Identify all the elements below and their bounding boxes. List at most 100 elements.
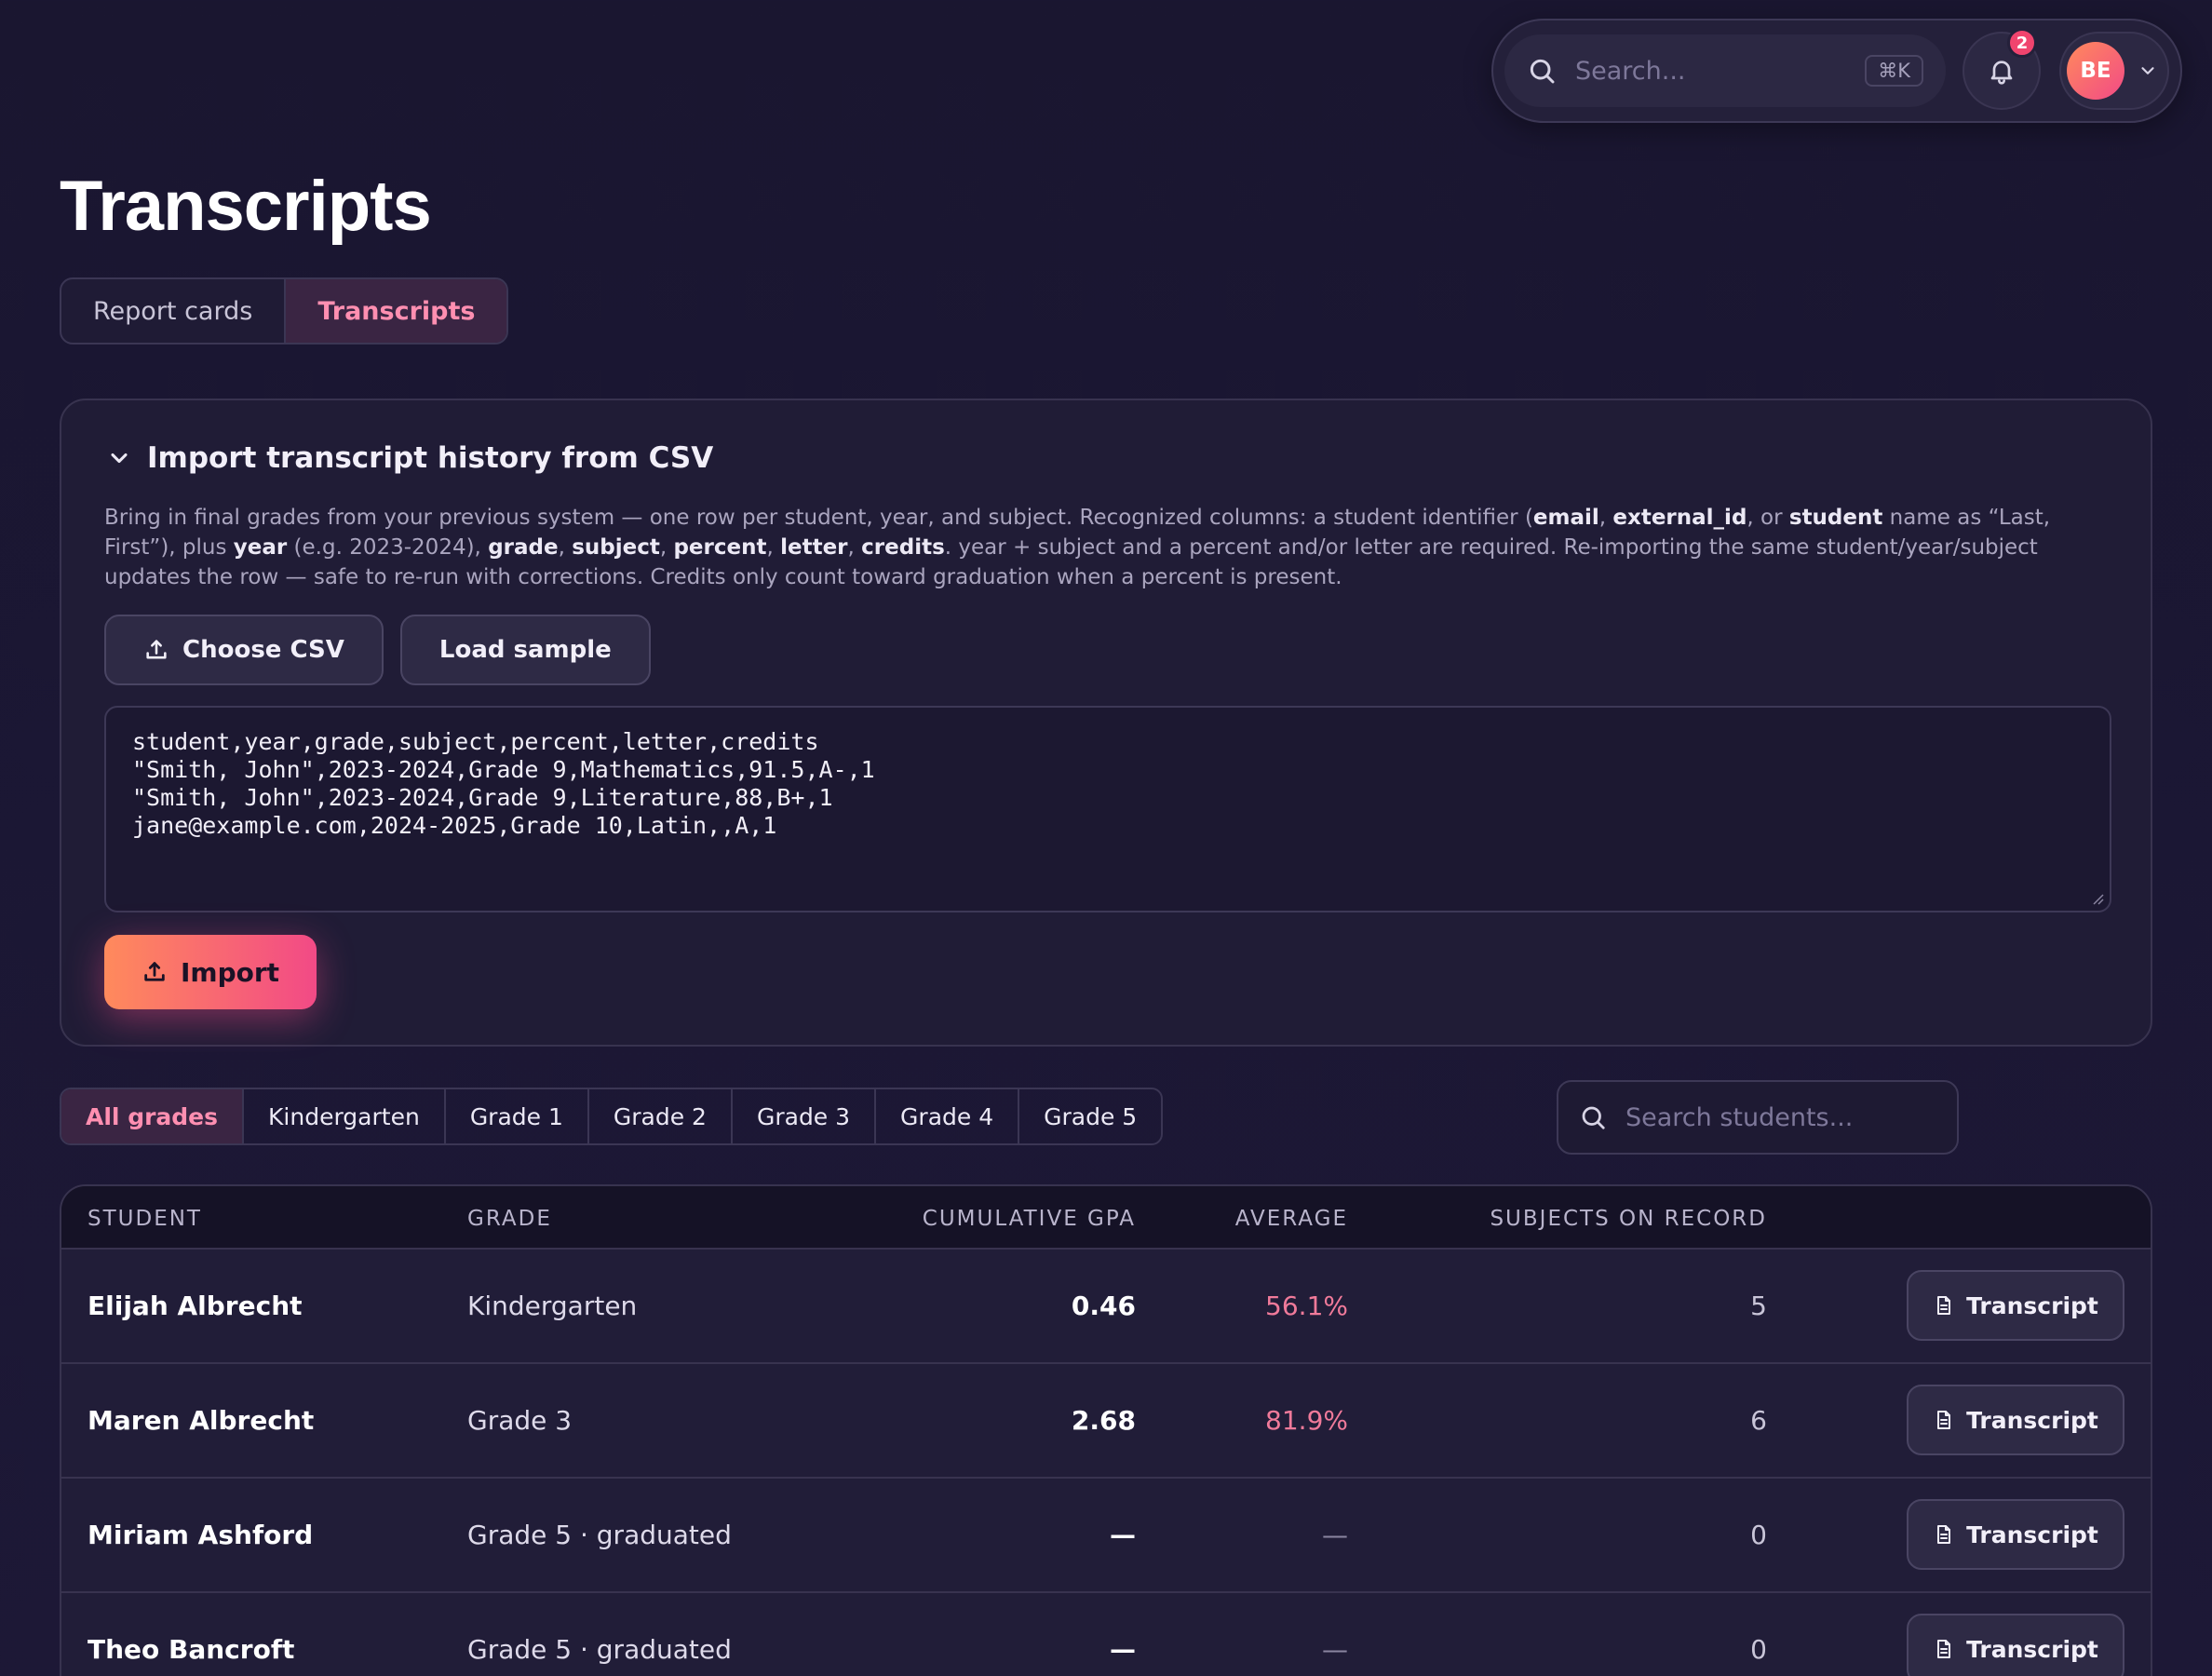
header-average: AVERAGE — [1234, 1207, 1348, 1231]
description-text: Bring in final grades from your previous… — [104, 506, 1533, 530]
search-shortcut-hint: ⌘K — [1865, 55, 1923, 87]
description-keyword: percent — [673, 535, 767, 560]
transcript-label: Transcript — [1966, 1521, 2098, 1548]
avatar: BE — [2067, 42, 2124, 100]
transcript-label: Transcript — [1966, 1406, 2098, 1434]
description-text: (e.g. 2023-2024), — [287, 535, 489, 560]
grade-filter: All grades Kindergarten Grade 1 Grade 2 … — [60, 1088, 1164, 1145]
subjects-on-record: 0 — [1750, 1634, 1767, 1665]
chevron-down-icon — [2141, 67, 2154, 74]
student-name: Miriam Ashford — [88, 1520, 314, 1550]
description-keyword: year — [233, 535, 288, 560]
filter-grade-4[interactable]: Grade 4 — [874, 1089, 1018, 1143]
student-grade: Grade 3 — [467, 1405, 573, 1436]
description-text: , — [1598, 506, 1613, 530]
description-keyword: external_id — [1612, 506, 1747, 530]
upload-icon — [144, 962, 165, 981]
import-label: Import — [181, 956, 280, 988]
table-row: Miriam Ashford Grade 5 · graduated — — 0 Tran… — [61, 1479, 2151, 1593]
global-search-placeholder: Search... — [1575, 56, 1686, 86]
average: — — [1322, 1520, 1348, 1550]
document-icon — [1937, 1525, 1951, 1544]
description-keyword: grade — [488, 535, 559, 560]
import-button[interactable]: Import — [104, 935, 317, 1009]
table-row: Maren Albrecht Grade 3 2.68 81.9% 6 Transcrip… — [61, 1364, 2151, 1479]
filter-kindergarten[interactable]: Kindergarten — [242, 1089, 444, 1143]
transcript-button[interactable]: Transcript — [1907, 1385, 2124, 1455]
resize-handle-icon[interactable] — [2091, 892, 2104, 905]
header-subjects: SUBJECTS ON RECORD — [1490, 1207, 1767, 1231]
average: 81.9% — [1265, 1405, 1348, 1436]
csv-textarea[interactable]: student,year,grade,subject,percent,lette… — [104, 706, 2111, 912]
description-keyword: subject — [572, 535, 660, 560]
average: 56.1% — [1265, 1291, 1348, 1321]
filter-grade-1[interactable]: Grade 1 — [443, 1089, 587, 1143]
view-tabs: Report cards Transcripts — [60, 277, 509, 345]
description-keyword: letter — [780, 535, 848, 560]
table-row: Theo Bancroft Grade 5 · graduated — — 0 Trans… — [61, 1593, 2151, 1676]
students-table: STUDENT GRADE CUMULATIVE GPA AVERAGE SUB… — [60, 1184, 2152, 1676]
import-csv-panel: Import transcript history from CSV Bring… — [60, 399, 2152, 1047]
cumulative-gpa: — — [1110, 1520, 1136, 1550]
chevron-down-icon — [111, 453, 128, 464]
document-icon — [1937, 1640, 1951, 1658]
student-name: Elijah Albrecht — [88, 1291, 303, 1321]
student-grade: Kindergarten — [467, 1291, 638, 1321]
filter-grade-2[interactable]: Grade 2 — [587, 1089, 731, 1143]
transcript-label: Transcript — [1966, 1635, 2098, 1663]
student-name: Theo Bancroft — [88, 1634, 295, 1665]
table-body: Elijah Albrecht Kindergarten 0.46 56.1% 5 Tra… — [61, 1250, 2151, 1676]
user-menu[interactable]: BE — [2059, 32, 2169, 110]
average: — — [1322, 1634, 1348, 1665]
description-keyword: credits — [861, 535, 945, 560]
import-description: Bring in final grades from your previous… — [104, 503, 2106, 592]
top-bar: Search... ⌘K 2 BE — [1491, 19, 2182, 123]
table-header: STUDENT GRADE CUMULATIVE GPA AVERAGE SUB… — [61, 1186, 2151, 1250]
header-grade: GRADE — [467, 1207, 552, 1231]
upload-icon — [146, 640, 167, 659]
header-student: STUDENT — [88, 1207, 202, 1231]
subjects-on-record: 6 — [1750, 1405, 1767, 1436]
filter-grade-3[interactable]: Grade 3 — [730, 1089, 874, 1143]
header-gpa: CUMULATIVE GPA — [922, 1207, 1136, 1231]
global-search[interactable]: Search... ⌘K — [1504, 34, 1946, 107]
search-icon — [1530, 59, 1555, 84]
student-grade: Grade 5 · graduated — [467, 1634, 732, 1665]
description-text: , or — [1747, 506, 1789, 530]
choose-csv-button[interactable]: Choose CSV — [104, 615, 384, 685]
transcript-button[interactable]: Transcript — [1907, 1499, 2124, 1570]
notification-count-badge: 2 — [2007, 28, 2037, 58]
filter-all-grades[interactable]: All grades — [61, 1089, 243, 1143]
description-text: , — [847, 535, 862, 560]
table-row: Elijah Albrecht Kindergarten 0.46 56.1% 5 Tra… — [61, 1250, 2151, 1364]
subjects-on-record: 0 — [1750, 1520, 1767, 1550]
tab-report-cards[interactable]: Report cards — [61, 279, 284, 343]
transcript-button[interactable]: Transcript — [1907, 1614, 2124, 1676]
student-search-input[interactable]: Search students... — [1557, 1080, 1959, 1155]
transcript-label: Transcript — [1966, 1291, 2098, 1319]
cumulative-gpa: 2.68 — [1071, 1405, 1136, 1436]
student-name: Maren Albrecht — [88, 1405, 315, 1436]
description-text: , — [766, 535, 781, 560]
description-keyword: email — [1532, 506, 1599, 530]
load-sample-button[interactable]: Load sample — [399, 615, 651, 685]
document-icon — [1937, 1411, 1951, 1429]
filter-grade-5[interactable]: Grade 5 — [1018, 1089, 1161, 1143]
import-actions: Choose CSV Load sample — [104, 615, 651, 685]
bell-icon — [1990, 61, 2013, 85]
student-grade: Grade 5 · graduated — [467, 1520, 732, 1550]
subjects-on-record: 5 — [1750, 1291, 1767, 1321]
student-search-placeholder: Search students... — [1625, 1102, 1854, 1132]
description-text: , — [659, 535, 674, 560]
search-icon — [1582, 1106, 1605, 1129]
notifications-button[interactable]: 2 — [1962, 28, 2041, 110]
tab-transcripts[interactable]: Transcripts — [284, 279, 507, 343]
transcript-button[interactable]: Transcript — [1907, 1270, 2124, 1341]
import-panel-title: Import transcript history from CSV — [147, 441, 714, 475]
cumulative-gpa: 0.46 — [1071, 1291, 1136, 1321]
import-panel-toggle[interactable]: Import transcript history from CSV — [106, 441, 713, 475]
document-icon — [1937, 1296, 1951, 1315]
page-title: Transcripts — [60, 167, 432, 246]
description-text: , — [558, 535, 573, 560]
cumulative-gpa: — — [1110, 1634, 1136, 1665]
